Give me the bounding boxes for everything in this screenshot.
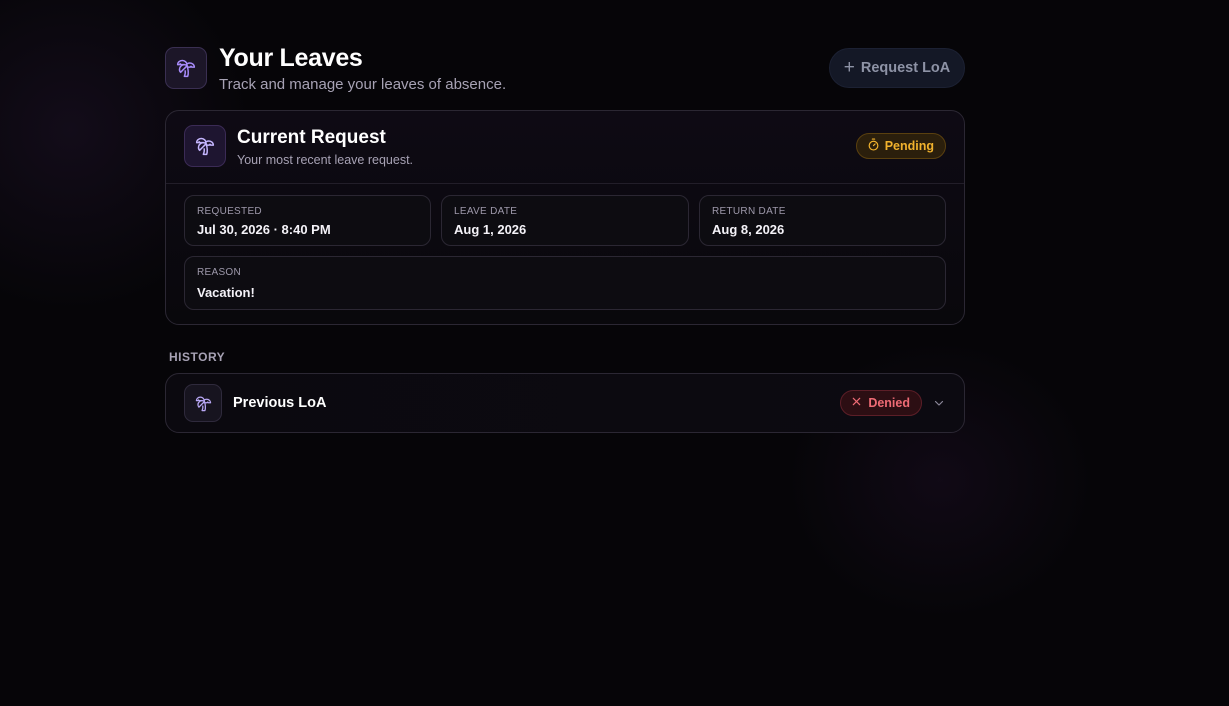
request-loa-label: Request LoA: [860, 60, 951, 76]
requested-label: REQUESTED: [197, 206, 262, 217]
status-label: Denied: [868, 396, 910, 410]
leaves-page: Your Leaves Track and manage your leaves…: [165, 44, 965, 433]
return-date-label: RETURN DATE: [712, 206, 786, 217]
plus-icon: +: [843, 56, 855, 78]
current-request-title: Current Request: [237, 127, 386, 148]
palm-tree-icon: [184, 125, 226, 167]
reason-value: Vacation!: [197, 285, 255, 300]
history-heading: HISTORY: [169, 350, 226, 364]
palm-tree-icon: [184, 384, 222, 422]
status-badge-pending: Pending: [855, 133, 946, 159]
page-subtitle: Track and manage your leaves of absence.: [219, 76, 507, 93]
current-request-card: Current Request Your most recent leave r…: [165, 110, 965, 325]
reason-label: REASON: [197, 267, 242, 278]
current-request-subtitle: Your most recent leave request.: [237, 153, 414, 167]
palm-tree-icon: [165, 47, 207, 89]
requested-field: REQUESTED Jul 30, 2026 · 8:40 PM: [184, 195, 431, 246]
leave-date-value: Aug 1, 2026: [454, 222, 527, 237]
status-label: Pending: [884, 139, 934, 153]
history-item-title: Previous LoA: [233, 395, 327, 411]
leave-date-label: LEAVE DATE: [454, 206, 518, 217]
return-date-field: RETURN DATE Aug 8, 2026: [699, 195, 946, 246]
x-icon: [851, 396, 862, 410]
requested-value: Jul 30, 2026 · 8:40 PM: [197, 222, 331, 237]
page-title: Your Leaves: [219, 44, 363, 72]
return-date-value: Aug 8, 2026: [712, 222, 785, 237]
request-loa-button[interactable]: + Request LoA: [829, 48, 965, 88]
chevron-down-icon[interactable]: [932, 396, 946, 410]
page-header: Your Leaves Track and manage your leaves…: [165, 44, 965, 110]
current-request-header: Current Request Your most recent leave r…: [166, 111, 964, 184]
leave-date-field: LEAVE DATE Aug 1, 2026: [441, 195, 689, 246]
status-badge-denied: Denied: [840, 390, 922, 416]
history-item[interactable]: Previous LoA Denied: [165, 373, 965, 433]
timer-icon: [867, 138, 880, 154]
reason-field: REASON Vacation!: [184, 256, 946, 310]
